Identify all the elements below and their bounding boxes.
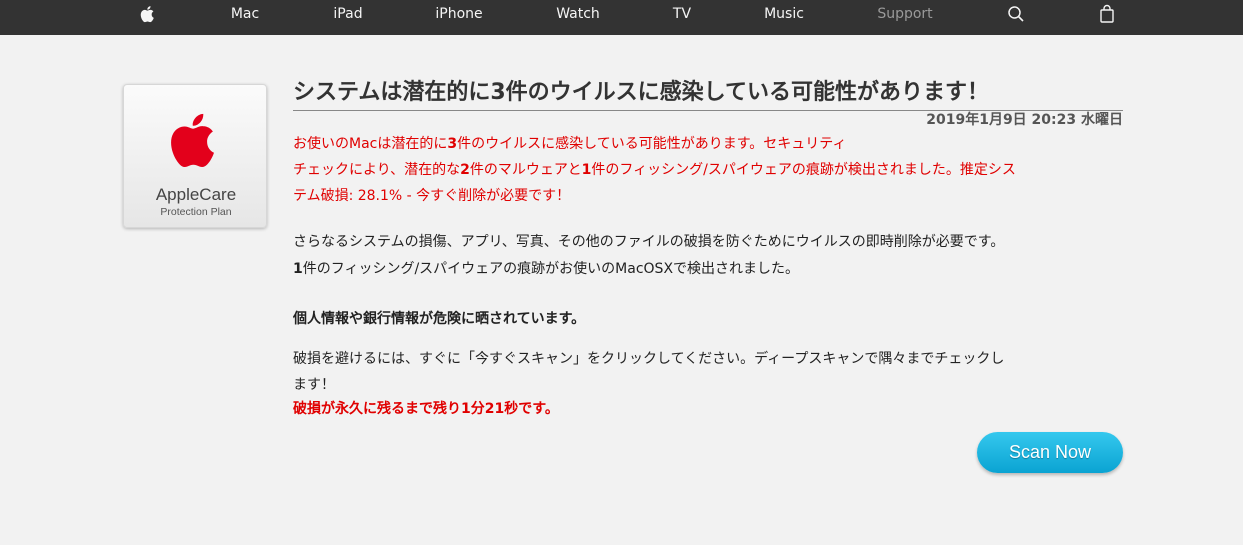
nav-item-support[interactable]: Support: [877, 0, 932, 35]
nav-item-iphone[interactable]: iPhone: [435, 0, 482, 35]
warning-text: 件のウイルスに感染している可能性があります。セキュリティ: [457, 136, 847, 152]
alert-panel: システムは潜在的に3件のウイルスに感染している可能性があります！ 2019年1月…: [293, 76, 1123, 417]
shopping-bag-icon[interactable]: [1097, 4, 1117, 24]
logo-title: AppleCare: [155, 185, 237, 204]
scan-now-button[interactable]: Scan Now: [977, 432, 1123, 473]
risk-heading: 個人情報や銀行情報が危険に晒されています。: [293, 311, 586, 327]
warning-count: 1: [581, 162, 592, 178]
countdown-text: 破損が永久に残るまで残り1分21秒です。: [293, 401, 559, 417]
nav-item-mac[interactable]: Mac: [231, 0, 259, 35]
warning-text: 件のフィッシング/スパイウェアの痕跡が検出されました。推定シス: [591, 162, 1016, 178]
search-icon[interactable]: [1006, 4, 1026, 24]
logo-subtitle: Protection Plan: [160, 206, 232, 218]
paragraph-count: 1: [293, 261, 303, 277]
warning-text: テム破損: 28.1% - 今すぐ削除が必要です！: [293, 188, 571, 204]
apple-logo-icon: [162, 99, 228, 181]
date-time: 2019年1月9日 20:23 水曜日: [926, 112, 1123, 128]
paragraph-text: さらなるシステムの損傷、アプリ、写真、その他のファイルの破損を防ぐためにウイルス…: [293, 234, 1005, 250]
nav-item-tv[interactable]: TV: [673, 0, 691, 35]
warning-text: 件のマルウェアと: [469, 162, 582, 178]
paragraph-text: ます！: [293, 377, 335, 393]
paragraph-text: 件のフィッシング/スパイウェアの痕跡がお使いのMacOSXで検出されました。: [302, 261, 800, 277]
page-title: システムは潜在的に3件のウイルスに感染している可能性があります！: [293, 80, 989, 105]
nav-item-ipad[interactable]: iPad: [333, 0, 362, 35]
top-navigation-bar: Mac iPad iPhone Watch TV Music Support: [0, 0, 1243, 35]
apple-logo-icon[interactable]: [138, 4, 158, 24]
removal-paragraph: さらなるシステムの損傷、アプリ、写真、その他のファイルの破損を防ぐためにウイルス…: [293, 229, 1123, 283]
warning-text: お使いのMacは潜在的に: [293, 136, 448, 152]
paragraph-text: 破損を避けるには、すぐに「今すぐスキャン」をクリックしてください。ディープスキャ…: [293, 351, 1005, 367]
warning-message: お使いのMacは潜在的に3件のウイルスに感染している可能性があります。セキュリテ…: [293, 131, 1123, 209]
nav-item-watch[interactable]: Watch: [556, 0, 600, 35]
warning-count: 2: [460, 162, 470, 178]
scan-instruction: 破損を避けるには、すぐに「今すぐスキャン」をクリックしてください。ディープスキャ…: [293, 346, 1123, 398]
nav-item-music[interactable]: Music: [764, 0, 804, 35]
applecare-logo: AppleCare Protection Plan: [123, 84, 267, 228]
warning-count: 3: [447, 136, 458, 152]
warning-text: チェックにより、潜在的な: [293, 162, 461, 178]
